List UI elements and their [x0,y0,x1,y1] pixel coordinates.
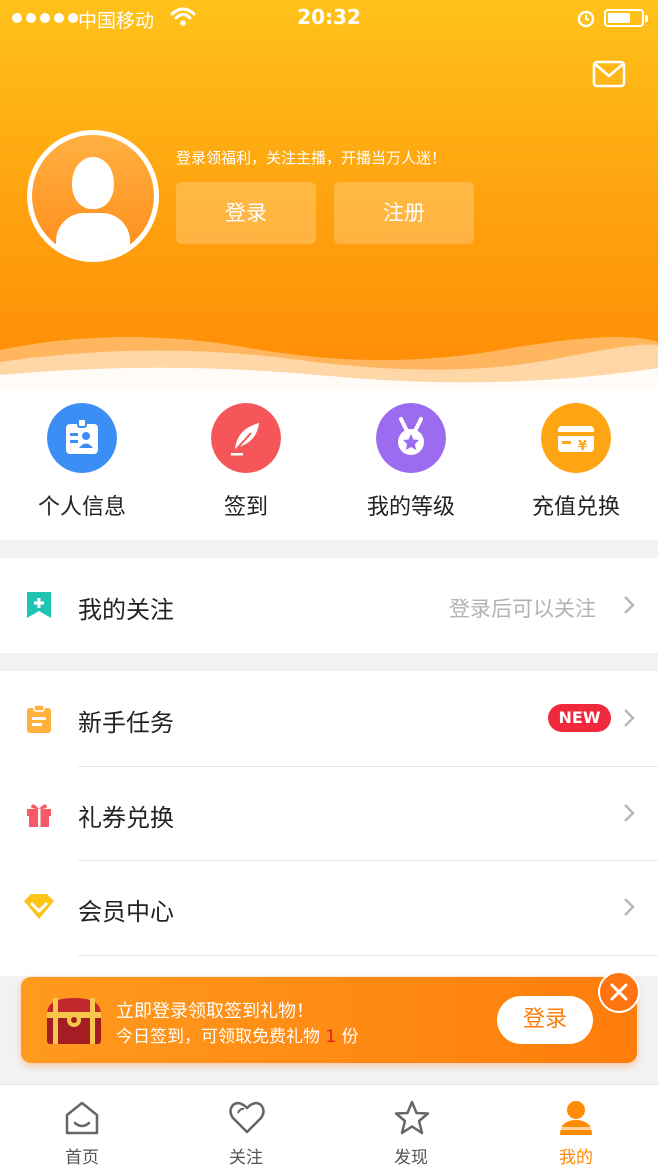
diamond-icon [24,894,54,919]
quick-action-recharge[interactable]: ¥ 充值兑换 [494,395,658,540]
battery-icon [604,9,648,27]
gift-icon [27,804,51,827]
quick-actions: 个人信息 签到 我的等级 ¥ 充值兑换 [0,395,658,540]
star-icon [394,1100,430,1135]
menu-item-vip-center[interactable]: 会员中心 [0,861,658,956]
clipboard-icon [27,704,51,733]
profile-header: 中国移动 20:32 登录领福利，关注主播，开播当万人迷！ 登录 注册 [0,0,658,395]
login-reward-banner[interactable]: 立即登录领取签到礼物！ 今日签到，可领取免费礼物 1 份 登录 [21,977,637,1063]
recharge-card-icon: ¥ [541,403,611,473]
alarm-icon [577,10,595,28]
menu-list: 新手任务 NEW 礼券兑换 会员中心 [0,671,658,976]
user-icon [560,1101,592,1135]
chevron-right-icon [624,804,635,822]
login-tagline: 登录领福利，关注主播，开播当万人迷！ [176,149,447,167]
my-follows-label: 我的关注 [78,596,174,624]
id-card-icon [47,403,117,473]
bottom-tab-bar: 首页 关注 发现 我的 [0,1084,658,1170]
banner-subtitle: 今日签到，可领取免费礼物 1 份 [116,1027,359,1047]
heart-icon [229,1101,265,1134]
feather-icon [211,403,281,473]
new-badge: NEW [548,704,611,732]
medal-icon [376,403,446,473]
quick-action-profile-info[interactable]: 个人信息 [0,395,164,540]
menu-item-label: 新手任务 [78,709,174,737]
tab-follow[interactable]: 关注 [164,1085,328,1170]
tab-home[interactable]: 首页 [0,1085,164,1170]
my-follows-row[interactable]: 我的关注 登录后可以关注 [0,558,658,653]
banner-login-button[interactable]: 登录 [497,996,593,1044]
login-button[interactable]: 登录 [176,182,316,244]
home-icon [65,1101,99,1135]
follow-hint: 登录后可以关注 [449,597,596,621]
chevron-right-icon [624,596,635,614]
chevron-right-icon [624,898,635,916]
tab-mine[interactable]: 我的 [494,1085,658,1170]
tab-label: 发现 [394,1148,428,1168]
tab-label: 首页 [65,1148,99,1168]
avatar[interactable] [27,130,159,262]
menu-item-coupon-exchange[interactable]: 礼券兑换 [0,767,658,861]
banner-title: 立即登录领取签到礼物！ [116,1001,314,1022]
banner-close-button[interactable] [598,971,640,1013]
tab-label: 我的 [559,1148,593,1168]
divider [78,955,658,956]
bookmark-plus-icon [27,592,51,618]
menu-item-label: 礼券兑换 [78,804,174,832]
status-time: 20:32 [297,5,361,29]
menu-item-novice-tasks[interactable]: 新手任务 NEW [0,671,658,766]
tab-label: 关注 [229,1148,263,1168]
quick-action-label: 我的等级 [366,495,455,520]
tab-discover[interactable]: 发现 [329,1085,493,1170]
close-icon [610,983,628,1001]
quick-action-label: 个人信息 [37,495,126,520]
quick-action-label: 充值兑换 [531,495,620,520]
register-button[interactable]: 注册 [334,182,474,244]
mail-icon[interactable] [592,58,626,90]
chevron-right-icon [624,709,635,727]
treasure-chest-icon [47,998,101,1044]
default-avatar-icon [32,135,154,257]
menu-item-label: 会员中心 [78,898,174,926]
status-bar: 中国移动 20:32 [0,0,658,38]
quick-action-checkin[interactable]: 签到 [164,395,328,540]
quick-action-label: 签到 [223,495,268,520]
quick-action-my-level[interactable]: 我的等级 [329,395,493,540]
svg-text:¥: ¥ [578,439,587,454]
gift-count: 1 [325,1027,337,1047]
header-wave-decoration [0,337,658,395]
